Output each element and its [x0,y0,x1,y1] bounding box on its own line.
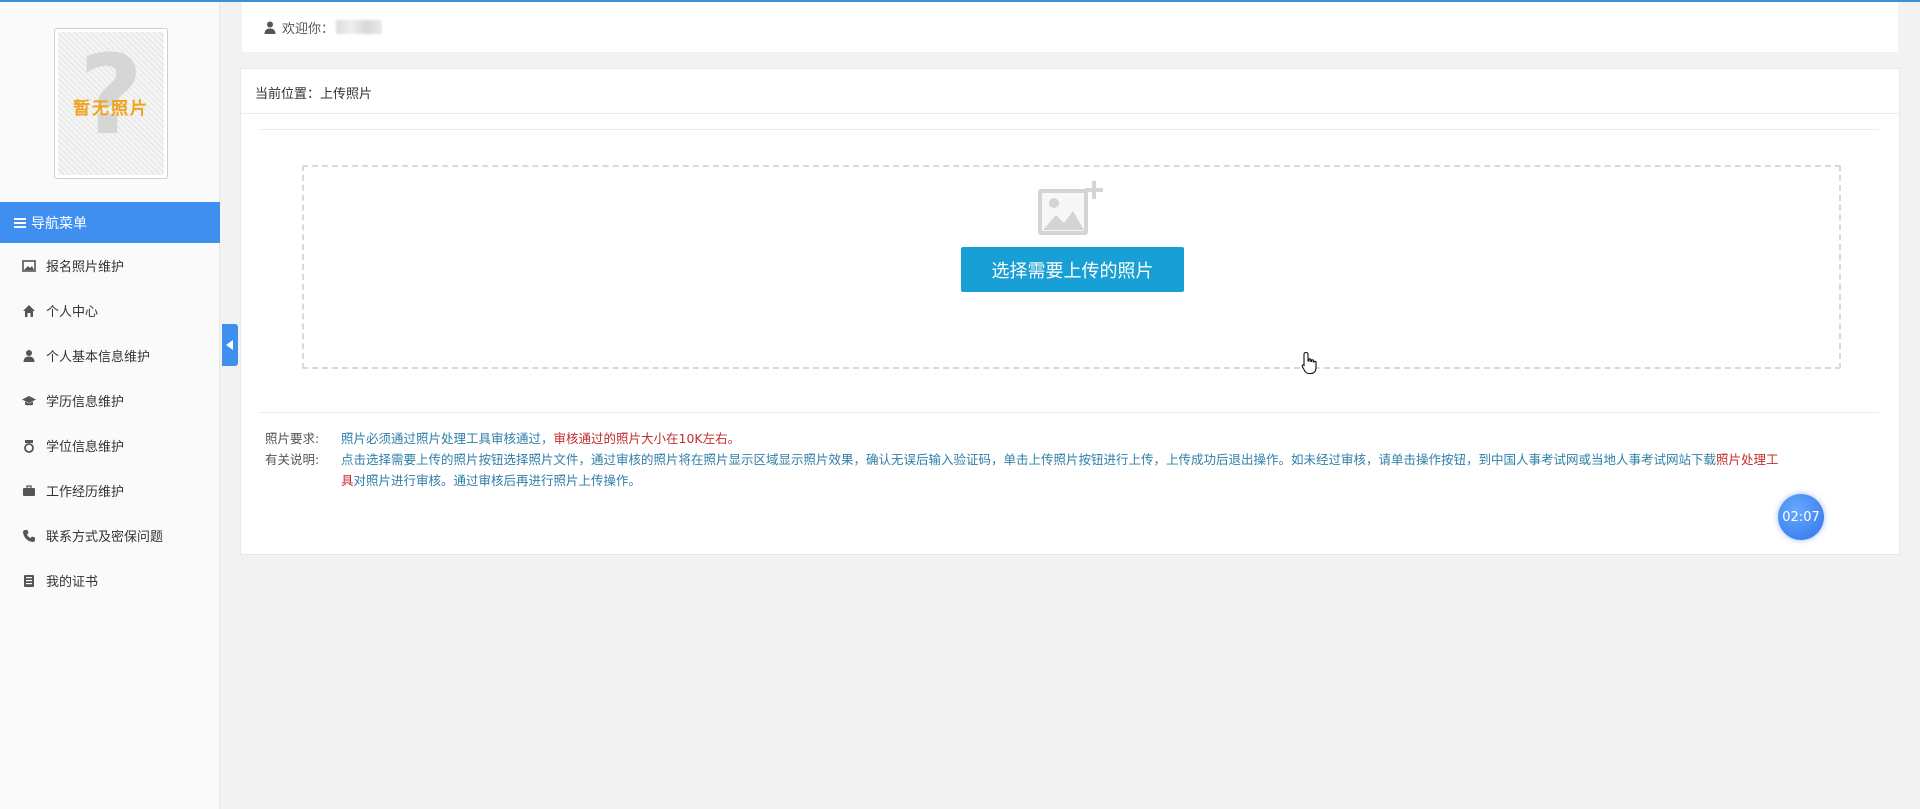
user-icon [264,21,276,34]
divider [259,412,1879,413]
home-icon [22,304,36,318]
sidebar-item-label: 学历信息维护 [46,395,125,410]
username-redacted [336,20,383,34]
sidebar-item-label: 联系方式及密保问题 [46,530,164,545]
hand-cursor-icon [1301,351,1319,375]
book-icon [22,574,36,588]
sidebar-item-label: 我的证书 [46,575,99,590]
add-image-icon [1038,181,1104,237]
requirements-text: 照片必须通过照片处理工具审核通过，审核通过的照片大小在10K左右。 [341,428,1791,449]
briefcase-icon [22,484,36,498]
graduation-cap-icon [22,394,36,408]
sidebar-item-label: 个人中心 [46,305,99,320]
divider [259,129,1879,130]
medal-icon [22,439,36,453]
photo-placeholder: ? 暂无照片 [58,32,164,175]
menu-icon [14,217,26,228]
instructions-text-1: 点击选择需要上传的照片按钮选择照片文件，通过审核的照片将在照片显示区域显示照片效… [341,452,1417,467]
sidebar-item-label: 学位信息维护 [46,440,125,455]
nav-header: 导航菜单 [0,202,220,243]
main-panel: 当前位置：上传照片 选择需要上传的照片 照片要求: 照片必须通过照片处理工具审核… [240,68,1901,555]
sidebar-item-work-experience[interactable]: 工作经历维护 [0,468,220,513]
user-icon [22,349,36,363]
instructions-text-2: 操作按钮，到中国人事考试网或当地人事考试网站下载 [1416,452,1717,467]
photo-placeholder-text: 暂无照片 [73,99,149,119]
sidebar-item-label: 个人基本信息维护 [46,350,151,365]
upload-drop-zone[interactable]: 选择需要上传的照片 [302,165,1841,369]
nav-header-label: 导航菜单 [31,215,87,232]
sidebar-item-contact-security[interactable]: 联系方式及密保问题 [0,513,220,558]
notes-section: 照片要求: 照片必须通过照片处理工具审核通过，审核通过的照片大小在10K左右。 … [265,428,1791,491]
photo-requirements-row: 照片要求: 照片必须通过照片处理工具审核通过，审核通过的照片大小在10K左右。 [265,428,1791,449]
sidebar-item-degree[interactable]: 学位信息维护 [0,423,220,468]
sidebar-item-basic-info[interactable]: 个人基本信息维护 [0,333,220,378]
sidebar-item-personal-center[interactable]: 个人中心 [0,288,220,333]
select-photo-button[interactable]: 选择需要上传的照片 [961,247,1184,292]
sidebar-collapse-button[interactable] [222,324,238,366]
instructions-text-3: 对照片进行审核。通过审核后再进行照片上传操作。 [353,473,642,488]
caret-left-icon [226,340,233,350]
countdown-timer: 02:07 [1778,494,1824,540]
instructions-text: 点击选择需要上传的照片按钮选择照片文件，通过审核的照片将在照片显示区域显示照片效… [341,449,1791,491]
sidebar-item-education[interactable]: 学历信息维护 [0,378,220,423]
sidebar-item-certificates[interactable]: 我的证书 [0,558,220,603]
image-icon [22,259,36,273]
requirements-label: 照片要求: [265,431,320,446]
sidebar-item-label: 工作经历维护 [46,485,125,500]
phone-icon [22,529,36,543]
requirements-highlight: 审核通过的照片大小在10K左右。 [553,431,741,446]
nav-list: 报名照片维护 个人中心 个人基本信息维护 学历信息维护 学位信息维护 工作经历维… [0,243,220,603]
profile-photo: ? 暂无照片 [54,28,168,179]
welcome-text: 欢迎你： [282,21,335,37]
instructions-label: 有关说明: [265,452,320,467]
sidebar-item-label: 报名照片维护 [46,260,125,275]
divider [241,113,1901,114]
requirements-text-1: 照片必须通过照片处理工具审核通过， [341,431,554,446]
sidebar-item-photo[interactable]: 报名照片维护 [0,243,220,288]
breadcrumb: 当前位置：上传照片 [255,87,373,102]
top-header: 欢迎你： [242,2,1898,52]
sidebar: ? 暂无照片 导航菜单 报名照片维护 个人中心 个人基本信息维护 学历信息维护 … [0,2,220,809]
instructions-row: 有关说明: 点击选择需要上传的照片按钮选择照片文件，通过审核的照片将在照片显示区… [265,449,1791,491]
